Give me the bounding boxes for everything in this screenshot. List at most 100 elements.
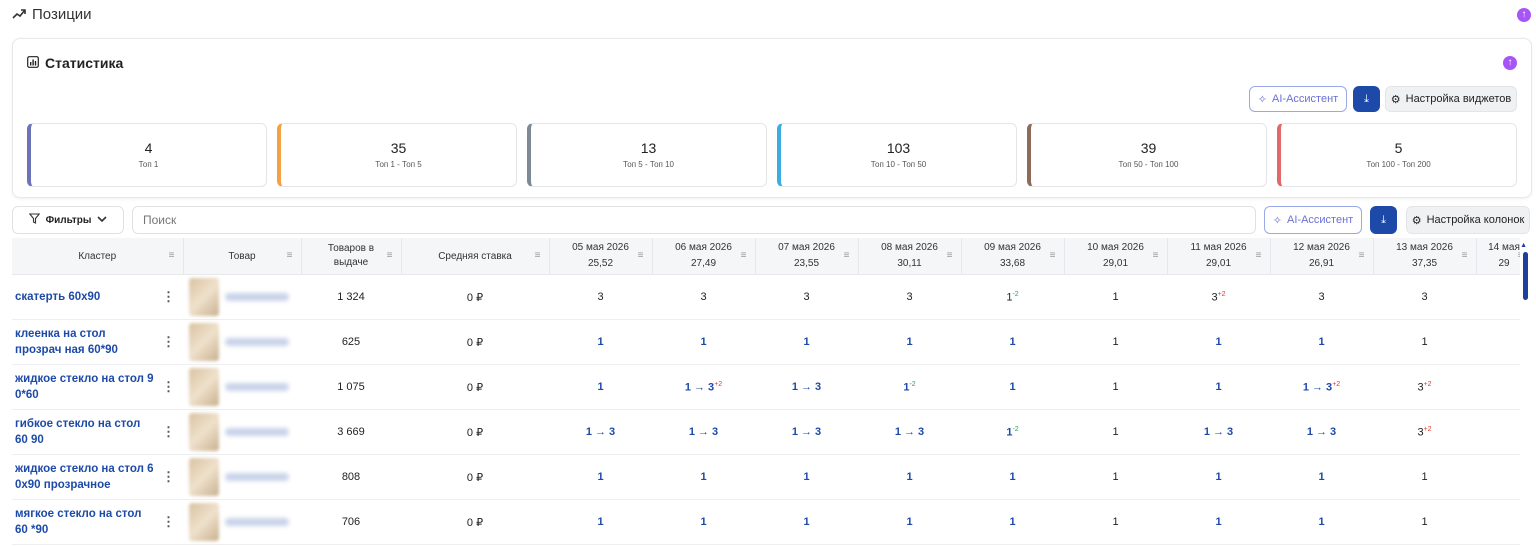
column-menu-icon[interactable]: ≡ — [1462, 250, 1468, 261]
cluster-cell[interactable]: скатерть 60х90 ⋮ — [12, 274, 183, 320]
col-header-date[interactable]: 12 мая 2026 26,91 ≡ — [1270, 238, 1374, 275]
product-name-blurred — [225, 383, 289, 391]
col-header-items[interactable]: Товаров в выдаче ≡ — [301, 238, 402, 275]
table-toolbar: Фильтры ✧ AI-Ассистент ⤓ ⚙ Настройка кол… — [12, 206, 1530, 234]
position-value: 1 — [1421, 471, 1428, 483]
col-header-cluster[interactable]: Кластер ≡ — [12, 238, 184, 275]
column-menu-icon[interactable]: ≡ — [947, 250, 953, 261]
position-cell: 1 — [1167, 319, 1270, 365]
collapse-up-icon[interactable]: ↑ — [1517, 8, 1531, 22]
position-cell — [1476, 454, 1520, 500]
row-menu-icon[interactable]: ⋮ — [162, 424, 175, 440]
product-thumbnail — [189, 503, 219, 541]
table-ai-assistant-button[interactable]: ✧ AI-Ассистент — [1264, 206, 1362, 234]
product-cell[interactable] — [183, 454, 301, 500]
position-value: 1 — [597, 381, 604, 393]
column-menu-icon[interactable]: ≡ — [844, 250, 850, 261]
col-header-date[interactable]: 07 мая 2026 23,55 ≡ — [755, 238, 859, 275]
position-value: 1 — [1318, 471, 1325, 483]
scroll-up-icon[interactable]: ▲ — [1520, 242, 1527, 249]
position-value: 1 — [1112, 336, 1119, 348]
col-header-date[interactable]: 10 мая 2026 29,01 ≡ — [1064, 238, 1168, 275]
position-change: 1 → 3 — [894, 426, 925, 438]
gear-icon: ⚙ — [1411, 214, 1422, 227]
cluster-cell[interactable]: жидкое стекло на стол 6 0х90 прозрачное ⋮ — [12, 454, 183, 500]
position-value: 3 — [597, 291, 604, 303]
column-menu-icon[interactable]: ≡ — [1359, 250, 1365, 261]
col-header-bid[interactable]: Средняя ставка ≡ — [401, 238, 550, 275]
cluster-cell[interactable]: мягкое стекло на стол 60 *90 ⋮ — [12, 499, 183, 545]
column-menu-icon[interactable]: ≡ — [287, 250, 293, 261]
row-menu-icon[interactable]: ⋮ — [162, 514, 175, 530]
row-menu-icon[interactable]: ⋮ — [162, 289, 175, 305]
funnel-icon — [28, 213, 40, 227]
search-input[interactable] — [132, 206, 1256, 234]
col-header-date[interactable]: 08 мая 2026 30,11 ≡ — [858, 238, 962, 275]
column-menu-icon[interactable]: ≡ — [1518, 250, 1520, 261]
position-value: 3 — [1421, 291, 1428, 303]
trend-icon — [12, 6, 26, 23]
column-menu-icon[interactable]: ≡ — [535, 250, 541, 261]
cluster-cell[interactable]: гибкое стекло на стол 60 90 ⋮ — [12, 409, 183, 455]
position-value: 1 — [1112, 381, 1119, 393]
position-cell: 1 — [549, 499, 652, 545]
col-header-date[interactable]: 13 мая 2026 37,35 ≡ — [1373, 238, 1477, 275]
col-header-date[interactable]: 11 мая 2026 29,01 ≡ — [1167, 238, 1271, 275]
product-cell[interactable] — [183, 319, 301, 365]
cluster-cell[interactable]: клеенка на стол прозрач ная 60*90 ⋮ — [12, 319, 183, 365]
column-settings-button[interactable]: ⚙ Настройка колонок — [1406, 206, 1530, 234]
column-menu-icon[interactable]: ≡ — [387, 250, 393, 261]
table-download-button[interactable]: ⤓ — [1370, 206, 1397, 234]
position-value: 3 — [700, 291, 707, 303]
column-menu-icon[interactable]: ≡ — [741, 250, 747, 261]
filters-button[interactable]: Фильтры — [12, 206, 124, 234]
table-row[interactable]: клеенка на стол прозрач ная 60*90 ⋮ 625 0 ₽… — [12, 319, 1520, 365]
table-row[interactable]: скатерть 60х90 ⋮ 1 324 0 ₽ 3 3 3 3 1-2 1 3+2 3 3 — [12, 274, 1520, 320]
items-cell: 808 — [301, 454, 401, 500]
items-cell: 3 669 — [301, 409, 401, 455]
position-value: 1 — [1112, 291, 1119, 303]
col-header-date[interactable]: 05 мая 2026 25,52 ≡ — [549, 238, 653, 275]
row-menu-icon[interactable]: ⋮ — [162, 379, 175, 395]
position-cell: 1 — [961, 319, 1064, 365]
collapse-stats-icon[interactable]: ↑ — [1503, 56, 1517, 70]
row-menu-icon[interactable]: ⋮ — [162, 334, 175, 350]
bid-cell: 0 ₽ — [401, 319, 549, 365]
position-cell: 1 → 3 — [1270, 409, 1373, 455]
col-header-date[interactable]: 09 мая 2026 33,68 ≡ — [961, 238, 1065, 275]
column-menu-icon[interactable]: ≡ — [638, 250, 644, 261]
table-row[interactable]: мягкое стекло на стол 60 *90 ⋮ 706 0 ₽ 1 1 1 1 1… — [12, 499, 1520, 545]
product-cell[interactable] — [183, 409, 301, 455]
stat-tiles: 4 Топ 1 35 Топ 1 - Топ 5 13 Топ 5 - Топ … — [27, 123, 1517, 187]
position-delta: +2 — [1217, 290, 1226, 298]
table-row[interactable]: гибкое стекло на стол 60 90 ⋮ 3 669 0 ₽ 1 → … — [12, 409, 1520, 455]
column-menu-icon[interactable]: ≡ — [1153, 250, 1159, 261]
items-cell: 1 324 — [301, 274, 401, 320]
table-row[interactable]: жидкое стекло на стол 6 0х90 прозрачное ⋮… — [12, 454, 1520, 500]
column-menu-icon[interactable]: ≡ — [1256, 250, 1262, 261]
cluster-cell[interactable]: жидкое стекло на стол 9 0*60 ⋮ — [12, 364, 183, 410]
table-row[interactable]: жидкое стекло на стол 9 0*60 ⋮ 1 075 0 ₽ 1 1 … — [12, 364, 1520, 410]
widget-settings-button[interactable]: ⚙ Настройка виджетов — [1385, 86, 1517, 112]
col-header-date[interactable]: 14 мая29≡ — [1476, 238, 1520, 275]
position-cell: 1 — [858, 499, 961, 545]
product-cell[interactable] — [183, 274, 301, 320]
position-cell: 1 — [549, 454, 652, 500]
row-menu-icon[interactable]: ⋮ — [162, 469, 175, 485]
col-header-date[interactable]: 06 мая 2026 27,49 ≡ — [652, 238, 756, 275]
column-menu-icon[interactable]: ≡ — [169, 250, 175, 261]
position-cell: 1 — [549, 364, 652, 410]
col-header-product[interactable]: Товар ≡ — [183, 238, 302, 275]
positions-table: Кластер ≡ Товар ≡ Товаров в выдаче ≡ Средня… — [12, 238, 1520, 546]
position-cell: 1 — [1064, 319, 1167, 365]
ai-assistant-button[interactable]: ✧ AI-Ассистент — [1249, 86, 1347, 112]
position-cell: 1-2 — [961, 409, 1064, 455]
download-button[interactable]: ⤓ — [1353, 86, 1380, 112]
position-cell: 1 — [1167, 499, 1270, 545]
product-cell[interactable] — [183, 364, 301, 410]
column-menu-icon[interactable]: ≡ — [1050, 250, 1056, 261]
position-value: 3 — [906, 291, 913, 303]
product-cell[interactable] — [183, 499, 301, 545]
vertical-scrollbar[interactable] — [1523, 252, 1528, 300]
stat-tile-top200: 5 Топ 100 - Топ 200 — [1277, 123, 1517, 187]
